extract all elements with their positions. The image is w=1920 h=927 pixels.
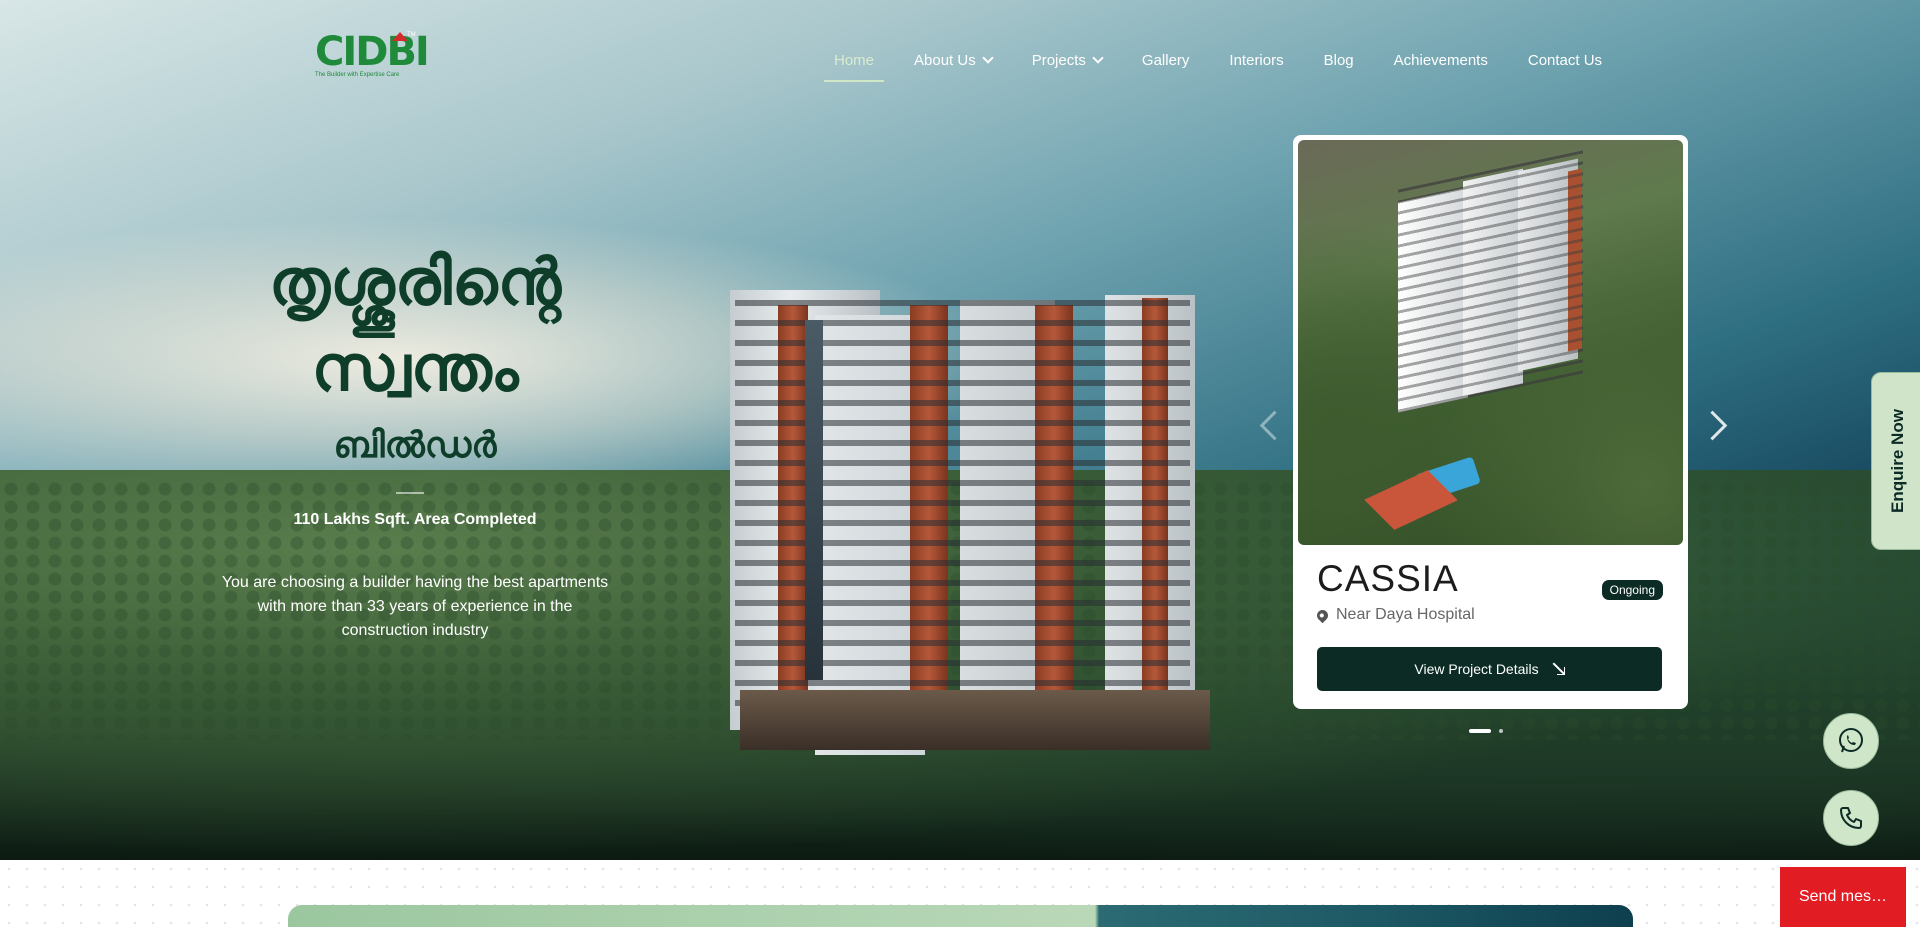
hero-title-line3: ബിൽഡർ [333,425,497,466]
phone-icon [1840,807,1862,829]
whatsapp-icon [1839,728,1863,753]
hero-divider [396,492,424,494]
chevron-down-icon [1092,52,1104,64]
site-logo[interactable]: CIDBI TM The Builder with Expertise Care [315,30,430,90]
nav-item-achievements[interactable]: Achievements [1384,48,1498,82]
nav-item-gallery[interactable]: Gallery [1132,48,1200,82]
logo-roof-icon [392,32,408,41]
nav-item-about-us[interactable]: About Us [904,48,1002,82]
project-image [1298,140,1683,545]
hero-description: You are choosing a builder having the be… [221,574,609,639]
logo-trademark: TM [407,32,416,38]
carousel-next-arrow-icon[interactable] [1700,408,1734,442]
hero-title: തൃശ്ശൂരിന്റെ സ്വന്തം ബിൽഡർ [150,240,680,474]
nav-item-projects[interactable]: Projects [1022,48,1112,82]
view-project-details-button[interactable]: View Project Details [1317,647,1662,691]
location-pin-icon [1314,607,1331,623]
carousel-dot-1[interactable] [1469,729,1491,733]
view-project-details-label: View Project Details [1414,661,1539,677]
status-badge: Ongoing [1601,580,1663,600]
enquire-now-tab[interactable]: Enquire Now [1871,372,1920,550]
whatsapp-button[interactable] [1823,713,1879,769]
arrow-down-right-icon [1553,663,1565,675]
send-message-button[interactable]: Send mes… [1780,867,1906,927]
project-location: Near Daya Hospital [1314,606,1475,624]
next-section-banner [288,905,1633,927]
main-nav: Home About Us Projects Gallery Interiors… [824,48,1632,82]
carousel-dots [1469,729,1503,733]
hero-section: CIDBI TM The Builder with Expertise Care… [0,0,1920,860]
nav-item-blog[interactable]: Blog [1314,48,1364,82]
project-card: CASSIA Ongoing Near Daya Hospital View P… [1293,135,1688,709]
nav-item-contact-us[interactable]: Contact Us [1518,48,1612,82]
carousel-prev-arrow-icon[interactable] [1252,408,1286,442]
hero-title-line1: തൃശ്ശൂരിന്റെ [268,246,562,320]
send-message-label: Send mes… [1798,888,1888,905]
nav-item-interiors[interactable]: Interiors [1219,48,1293,82]
hero-title-line2: സ്വന്തം [311,332,519,406]
enquire-now-label: Enquire Now [1888,409,1907,513]
chevron-down-icon [982,52,994,64]
project-name: CASSIA [1317,558,1459,599]
project-location-text: Near Daya Hospital [1336,606,1475,623]
phone-button[interactable] [1823,790,1879,846]
nav-item-home[interactable]: Home [824,48,885,82]
carousel-dot-2[interactable] [1499,729,1503,733]
hero-stat: 110 Lakhs Sqft. Area Completed [293,511,537,528]
